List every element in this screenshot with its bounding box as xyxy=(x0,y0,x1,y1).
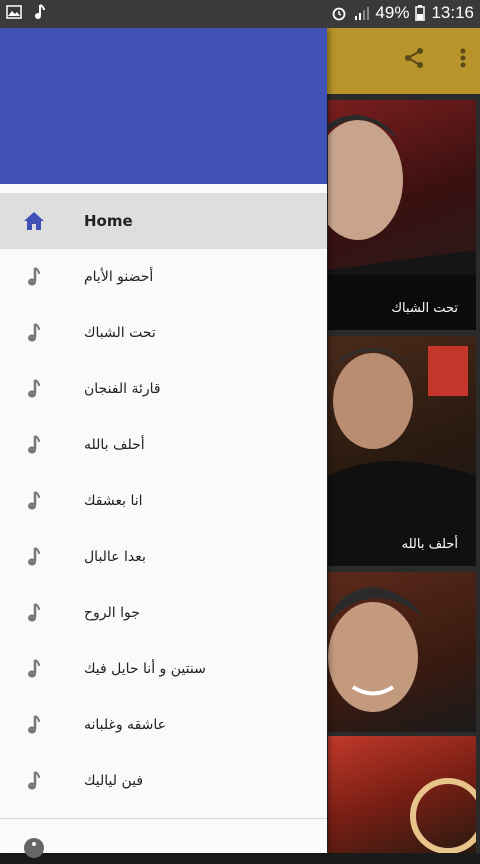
music-note-icon xyxy=(22,713,46,737)
drawer-item-song[interactable]: أحضنو الأيام xyxy=(0,249,327,305)
song-card[interactable] xyxy=(328,572,476,732)
music-note-icon xyxy=(22,321,46,345)
drawer-item-label: عاشقه وغلبانه xyxy=(84,717,166,733)
info-icon xyxy=(22,836,46,864)
drawer-item-partial[interactable] xyxy=(0,836,327,858)
music-note-icon xyxy=(22,433,46,457)
drawer-item-song[interactable]: فين لياليك xyxy=(0,753,327,809)
drawer-item-song[interactable]: عاشقه وغلبانه xyxy=(0,697,327,753)
status-bar: 49% 13:16 xyxy=(0,0,480,28)
drawer-item-song[interactable]: أحلف بالله xyxy=(0,417,327,473)
clock: 13:16 xyxy=(431,3,474,22)
music-note-icon xyxy=(22,545,46,569)
drawer-header xyxy=(0,28,327,184)
music-note-icon xyxy=(22,769,46,793)
music-note-icon xyxy=(32,4,48,20)
drawer-item-song[interactable]: بعدا عالبال xyxy=(0,529,327,585)
drawer-item-song[interactable]: تحت الشباك xyxy=(0,305,327,361)
drawer-item-song[interactable]: جوا الروح xyxy=(0,585,327,641)
card-title: أحلف بالله xyxy=(401,537,458,552)
drawer-item-home[interactable]: Home xyxy=(0,193,327,249)
alarm-icon xyxy=(331,5,347,21)
card-title: تحت الشباك xyxy=(391,301,458,316)
home-icon xyxy=(22,209,46,233)
drawer-menu: Home أحضنو الأيام تحت الشباك قارئة الفنج… xyxy=(0,193,327,809)
battery-percent: 49% xyxy=(375,3,410,22)
card-photo xyxy=(328,346,476,566)
drawer-item-label: Home xyxy=(84,212,133,230)
music-note-icon xyxy=(22,377,46,401)
card-photo xyxy=(410,778,476,853)
song-card[interactable]: تحت الشباك xyxy=(328,100,476,330)
drawer-item-song[interactable]: قارئة الفنجان xyxy=(0,361,327,417)
drawer-item-label: سنتين و أنا حايل فيك xyxy=(84,661,206,677)
music-note-icon xyxy=(22,489,46,513)
drawer-item-label: فين لياليك xyxy=(84,773,144,789)
music-note-icon xyxy=(22,265,46,289)
image-icon xyxy=(6,4,22,20)
drawer-item-label: قارئة الفنجان xyxy=(84,381,161,397)
music-note-icon xyxy=(22,601,46,625)
signal-icon xyxy=(353,5,370,21)
song-card[interactable]: أحلف بالله xyxy=(328,336,476,566)
drawer-item-label: انا بعشقك xyxy=(84,493,143,509)
drawer-item-label: جوا الروح xyxy=(84,605,140,621)
drawer-divider xyxy=(0,818,327,819)
more-vert-icon[interactable] xyxy=(460,46,466,74)
card-photo xyxy=(328,587,423,712)
drawer-item-label: أحلف بالله xyxy=(84,437,145,453)
drawer-item-label: أحضنو الأيام xyxy=(84,269,154,285)
drawer-item-song[interactable]: انا بعشقك xyxy=(0,473,327,529)
drawer-item-label: تحت الشباك xyxy=(84,325,156,341)
battery-icon xyxy=(415,5,426,22)
drawer-item-label: بعدا عالبال xyxy=(84,549,146,565)
music-note-icon xyxy=(22,657,46,681)
drawer-item-song[interactable]: سنتين و أنا حايل فيك xyxy=(0,641,327,697)
song-card[interactable] xyxy=(328,736,476,853)
navigation-drawer: Home أحضنو الأيام تحت الشباك قارئة الفنج… xyxy=(0,28,327,858)
share-icon[interactable] xyxy=(402,46,426,74)
